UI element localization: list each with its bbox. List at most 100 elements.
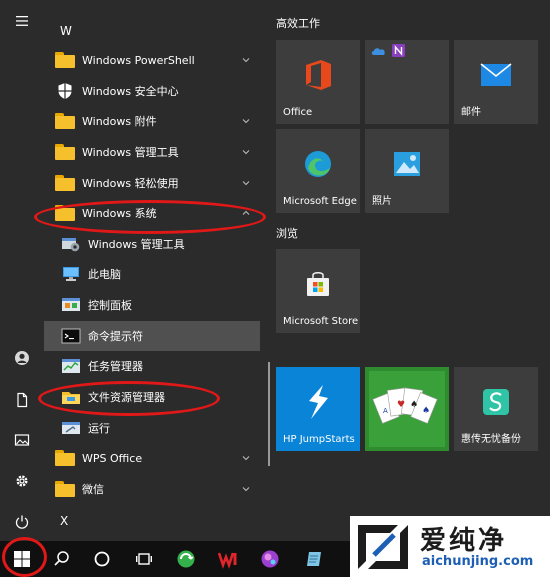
start-button[interactable] — [2, 541, 42, 577]
picture-icon — [14, 434, 30, 446]
svg-text:♠: ♠ — [422, 406, 430, 416]
app-label: Windows 附件 — [82, 115, 157, 128]
svg-text:♥: ♥ — [397, 400, 405, 410]
app-label: 文件资源管理器 — [88, 391, 165, 404]
folder-icon — [55, 205, 75, 221]
user-account-button[interactable] — [0, 340, 44, 376]
folder-icon — [55, 113, 75, 129]
edge-icon — [305, 151, 331, 178]
documents-button[interactable] — [0, 382, 44, 418]
expand-menu-button[interactable] — [0, 3, 44, 39]
tile-office[interactable]: Office — [276, 40, 360, 124]
power-button[interactable] — [0, 504, 44, 540]
app-run[interactable]: 运行 — [44, 413, 260, 443]
chevron-down-icon — [242, 150, 250, 155]
command-prompt-icon — [61, 328, 81, 344]
app-windows-powershell[interactable]: Windows PowerShell — [44, 45, 260, 75]
letter-header-x[interactable]: X — [60, 514, 68, 528]
tile-mail[interactable]: 邮件 — [454, 40, 538, 124]
document-icon — [17, 392, 28, 408]
app-windows-ease-of-access[interactable]: Windows 轻松使用 — [44, 168, 260, 198]
file-explorer-icon — [62, 392, 80, 404]
folder-icon — [55, 144, 75, 160]
chevron-down-icon — [242, 487, 250, 492]
admin-tools-icon — [62, 238, 80, 252]
svg-text:A: A — [383, 407, 388, 415]
wps-icon — [218, 552, 237, 569]
tile-microsoft-edge[interactable]: Microsoft Edge — [276, 129, 360, 213]
app-this-pc[interactable]: 此电脑 — [44, 259, 260, 289]
app-label: WPS Office — [82, 451, 143, 465]
app-wps-office[interactable]: WPS Office — [44, 443, 260, 473]
settings-button[interactable] — [0, 463, 44, 499]
folder-icon — [55, 52, 75, 68]
app-task-manager[interactable]: 任务管理器 — [44, 351, 260, 381]
app-windows-accessories[interactable]: Windows 附件 — [44, 106, 260, 136]
app-windows-security[interactable]: Windows 安全中心 — [44, 76, 260, 106]
run-icon — [62, 422, 80, 434]
tile-photos[interactable]: 照片 — [365, 129, 449, 213]
tile-microsoft-store[interactable]: Microsoft Store — [276, 249, 360, 333]
group-title-productivity[interactable]: 高效工作 — [276, 15, 320, 31]
tile-hp-jumpstarts[interactable]: HP JumpStarts — [276, 367, 360, 451]
app-windows-admin-tools[interactable]: Windows 管理工具 — [44, 137, 260, 167]
photos-icon — [394, 152, 420, 177]
app-control-panel[interactable]: 控制面板 — [44, 290, 260, 320]
app-label: 运行 — [88, 422, 110, 435]
notes-app-icon — [307, 552, 321, 566]
taskbar-app-wps[interactable] — [208, 541, 248, 577]
folder-icon — [55, 481, 75, 497]
app-label: 微信 — [82, 483, 104, 496]
aichunjing-logo-icon — [358, 525, 408, 569]
app-windows-system[interactable]: Windows 系统 — [44, 198, 260, 228]
group-title-browse[interactable]: 浏览 — [276, 225, 298, 241]
app-admin-tools[interactable]: Windows 管理工具 — [44, 229, 260, 259]
watermark-url: aichunjing.com — [422, 554, 534, 569]
solitaire-cards-icon: A ♥ ♠ ♠ — [369, 371, 445, 447]
tile-solitaire[interactable]: A ♥ ♠ ♠ — [365, 367, 449, 451]
tile-label: 邮件 — [461, 107, 481, 118]
app-label: 命令提示符 — [88, 330, 143, 343]
app-wechat[interactable]: 微信 — [44, 474, 260, 504]
windows-logo-icon — [14, 551, 30, 567]
chevron-down-icon — [242, 58, 250, 63]
backup-icon — [483, 389, 509, 416]
purple-app-icon — [261, 550, 279, 568]
taskbar-app-browser[interactable] — [166, 541, 206, 577]
search-icon — [54, 551, 69, 566]
shield-icon — [58, 83, 72, 99]
app-label: Windows PowerShell — [82, 53, 195, 67]
svg-text:♠: ♠ — [410, 400, 418, 410]
app-file-explorer[interactable]: 文件资源管理器 — [44, 382, 260, 412]
chevron-down-icon — [242, 119, 250, 124]
taskbar-app-purple[interactable] — [250, 541, 290, 577]
app-label: Windows 管理工具 — [88, 238, 185, 251]
chevron-down-icon — [242, 456, 250, 461]
app-label: Windows 安全中心 — [82, 85, 179, 98]
app-label: 控制面板 — [88, 299, 132, 312]
watermark: 爱纯净 aichunjing.com — [350, 516, 550, 577]
app-label: Windows 轻松使用 — [82, 177, 179, 190]
letter-header-w[interactable]: W — [60, 24, 72, 38]
tile-label: Microsoft Edge — [283, 196, 357, 207]
task-view-button[interactable] — [124, 541, 164, 577]
app-command-prompt[interactable]: 命令提示符 — [44, 321, 260, 351]
app-label: 此电脑 — [88, 268, 121, 281]
this-pc-icon — [63, 267, 79, 281]
onenote-icon — [392, 44, 405, 57]
cortana-button[interactable] — [82, 541, 122, 577]
search-button[interactable] — [42, 541, 82, 577]
app-label: 任务管理器 — [88, 360, 143, 373]
onedrive-icon — [371, 48, 385, 55]
tile-office-apps-folder[interactable] — [365, 40, 449, 124]
app-list: W Windows PowerShell Windows 安全中心 Window… — [44, 0, 270, 541]
power-icon — [15, 515, 29, 529]
control-panel-icon — [62, 298, 80, 311]
gear-icon — [16, 475, 28, 487]
tile-backup[interactable]: 惠传无忧备份 — [454, 367, 538, 451]
tile-label: 惠传无忧备份 — [461, 434, 521, 445]
pictures-button[interactable] — [0, 422, 44, 458]
watermark-brand: 爱纯净 — [420, 526, 508, 556]
taskbar-app-notes[interactable] — [294, 541, 334, 577]
mail-icon — [480, 63, 512, 87]
